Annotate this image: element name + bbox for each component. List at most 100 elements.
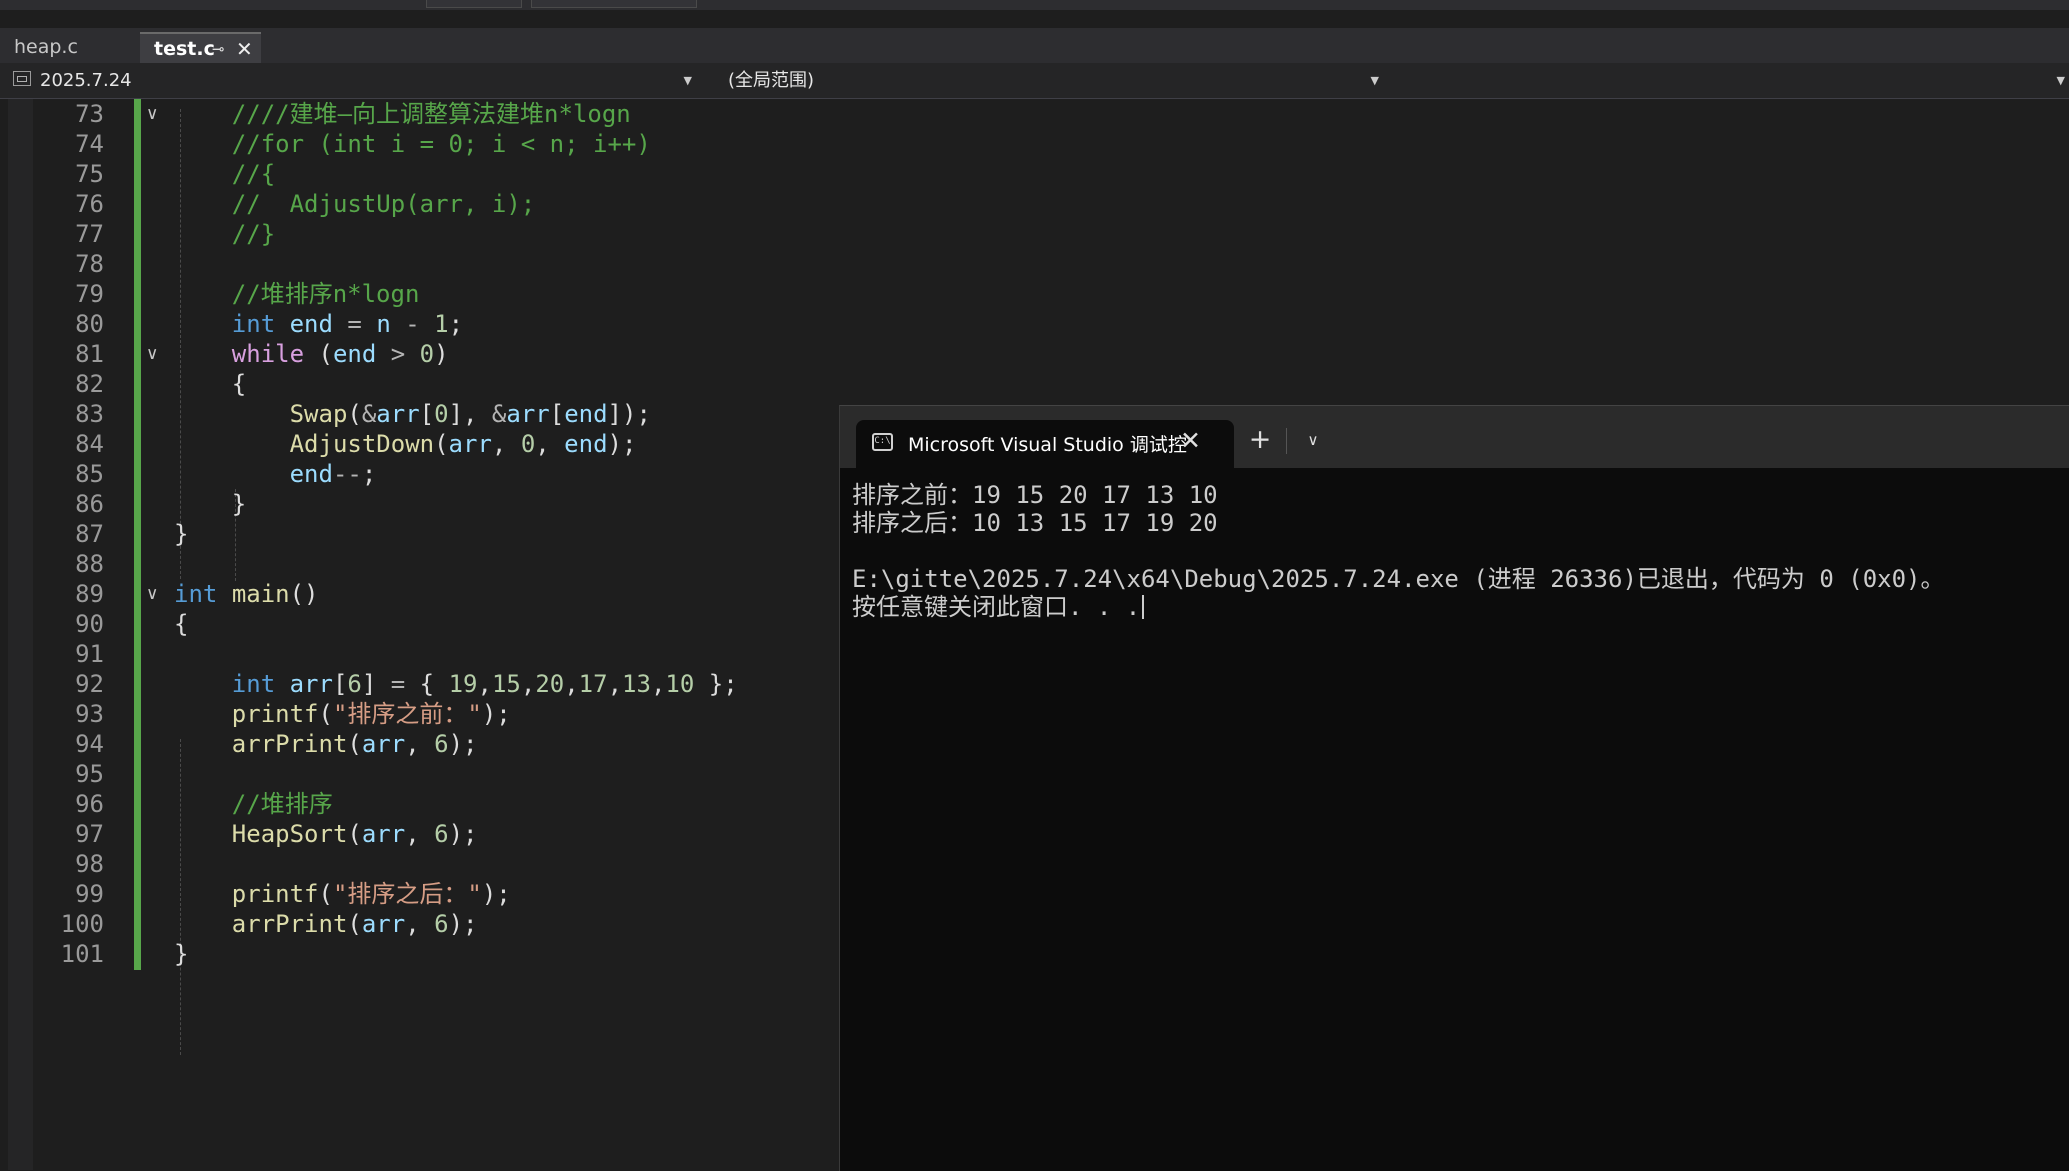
code-token: end bbox=[289, 460, 333, 488]
code-text: { bbox=[174, 369, 246, 399]
line-number: 92 bbox=[75, 670, 104, 698]
new-tab-button[interactable]: + bbox=[1238, 420, 1282, 460]
code-text: } bbox=[174, 519, 188, 549]
member-dropdown[interactable]: ▼ bbox=[1387, 66, 2069, 95]
code-token: , bbox=[607, 670, 623, 698]
code-token: ); bbox=[481, 880, 511, 908]
code-text: end--; bbox=[174, 459, 377, 489]
code-token: 6 bbox=[434, 910, 449, 938]
chevron-down-icon: ▼ bbox=[2056, 74, 2065, 87]
code-token: ); bbox=[448, 910, 478, 938]
code-text: // AdjustUp(arr, i); bbox=[174, 189, 535, 219]
code-token: int bbox=[174, 580, 218, 608]
text-cursor bbox=[1142, 595, 1145, 619]
code-line[interactable]: 82 { bbox=[0, 369, 2069, 399]
code-token: 17 bbox=[578, 670, 608, 698]
code-token: () bbox=[289, 580, 319, 608]
line-number: 84 bbox=[75, 430, 104, 458]
line-number: 94 bbox=[75, 730, 104, 758]
code-text: //for (int i = 0; i < n; i++) bbox=[174, 129, 651, 159]
code-text: printf("排序之后："); bbox=[174, 879, 511, 909]
code-text: Swap(&arr[0], &arr[end]); bbox=[174, 399, 651, 429]
code-token: }; bbox=[694, 670, 738, 698]
code-line[interactable]: 80 int end = n - 1; bbox=[0, 309, 2069, 339]
code-token: //for (int i = 0; i < n; i++) bbox=[174, 130, 651, 158]
code-text: { bbox=[174, 609, 188, 639]
pin-icon[interactable]: ⊸ bbox=[212, 34, 225, 65]
toolbar-combo[interactable] bbox=[426, 0, 522, 8]
code-token: 6 bbox=[434, 730, 449, 758]
line-number: 95 bbox=[75, 760, 104, 788]
code-text: HeapSort(arr, 6); bbox=[174, 819, 478, 849]
code-line[interactable]: 79 //堆排序n*logn bbox=[0, 279, 2069, 309]
line-number: 76 bbox=[75, 190, 104, 218]
code-token: 6 bbox=[434, 820, 449, 848]
terminal-tab[interactable]: C:\ Microsoft Visual Studio 调试控 ✕ bbox=[856, 420, 1234, 468]
code-token: 0 bbox=[419, 340, 435, 368]
console-output-line: E:\gitte\2025.7.24\x64\Debug\2025.7.24.e… bbox=[852, 565, 1945, 593]
code-token: 19 bbox=[448, 670, 478, 698]
line-number: 91 bbox=[75, 640, 104, 668]
code-line[interactable]: 78 bbox=[0, 249, 2069, 279]
code-token: 0 bbox=[520, 430, 536, 458]
line-number: 80 bbox=[75, 310, 104, 338]
code-line[interactable]: 75 //{ bbox=[0, 159, 2069, 189]
tab-heap-c[interactable]: heap.c bbox=[0, 32, 138, 63]
code-line[interactable]: 73 ∨ ////建堆—向上调整算法建堆n*logn bbox=[0, 99, 2069, 129]
code-token: n bbox=[376, 310, 391, 338]
divider bbox=[1286, 428, 1287, 454]
code-line[interactable]: 76 // AdjustUp(arr, i); bbox=[0, 189, 2069, 219]
scope-dropdown[interactable]: (全局范围) ▼ bbox=[700, 66, 1383, 95]
code-token: { bbox=[405, 670, 449, 698]
project-icon bbox=[13, 71, 31, 86]
line-number: 79 bbox=[75, 280, 104, 308]
fold-toggle-icon[interactable]: ∨ bbox=[146, 339, 158, 369]
code-token: & bbox=[491, 400, 507, 428]
line-number: 98 bbox=[75, 850, 104, 878]
code-text: } bbox=[174, 489, 246, 519]
close-icon[interactable]: ✕ bbox=[1180, 426, 1201, 455]
code-token: , bbox=[405, 820, 435, 848]
code-token: ( bbox=[347, 400, 362, 428]
console-prompt-text: 按任意键关闭此窗口. . . bbox=[852, 593, 1141, 621]
chevron-down-icon[interactable]: ∨ bbox=[1295, 420, 1331, 460]
tab-test-c[interactable]: test.c ⊸ ✕ bbox=[140, 32, 261, 63]
code-token: end bbox=[564, 430, 608, 458]
code-token: AdjustDown bbox=[289, 430, 435, 458]
code-token: , bbox=[535, 430, 565, 458]
line-number: 99 bbox=[75, 880, 104, 908]
tab-label: heap.c bbox=[14, 36, 78, 58]
line-number: 86 bbox=[75, 490, 104, 518]
code-token: end bbox=[289, 310, 333, 338]
code-line[interactable]: 77 //} bbox=[0, 219, 2069, 249]
code-token: ; bbox=[361, 460, 377, 488]
code-line[interactable]: 74 //for (int i = 0; i < n; i++) bbox=[0, 129, 2069, 159]
toolbar-combo[interactable] bbox=[531, 0, 697, 8]
code-text: int arr[6] = { 19,15,20,17,13,10 }; bbox=[174, 669, 738, 699]
fold-toggle-icon[interactable]: ∨ bbox=[146, 579, 158, 609]
code-token: //堆排序n*logn bbox=[174, 280, 420, 308]
close-icon[interactable]: ✕ bbox=[236, 34, 253, 65]
project-dropdown[interactable]: 2025.7.24 ▼ bbox=[40, 66, 696, 95]
fold-toggle-icon[interactable]: ∨ bbox=[146, 99, 158, 129]
code-token: ); bbox=[448, 730, 478, 758]
code-token: ], bbox=[448, 400, 492, 428]
code-text: //堆排序n*logn bbox=[174, 279, 420, 309]
code-token: 15 bbox=[491, 670, 521, 698]
code-token: while bbox=[231, 340, 305, 368]
code-line[interactable]: 81 ∨ while (end > 0) bbox=[0, 339, 2069, 369]
console-output-line: 排序之后：10 13 15 17 19 20 bbox=[852, 509, 1218, 537]
debug-console-window[interactable]: C:\ Microsoft Visual Studio 调试控 ✕ + ∨ 排序… bbox=[839, 405, 2069, 1171]
code-text: //堆排序 bbox=[174, 789, 333, 819]
code-token: end bbox=[564, 400, 608, 428]
code-token: arr bbox=[361, 730, 406, 758]
code-token: } bbox=[174, 520, 189, 548]
code-token: arrPrint bbox=[231, 730, 348, 758]
console-icon: C:\ bbox=[872, 433, 893, 451]
code-token: 0 bbox=[434, 400, 449, 428]
